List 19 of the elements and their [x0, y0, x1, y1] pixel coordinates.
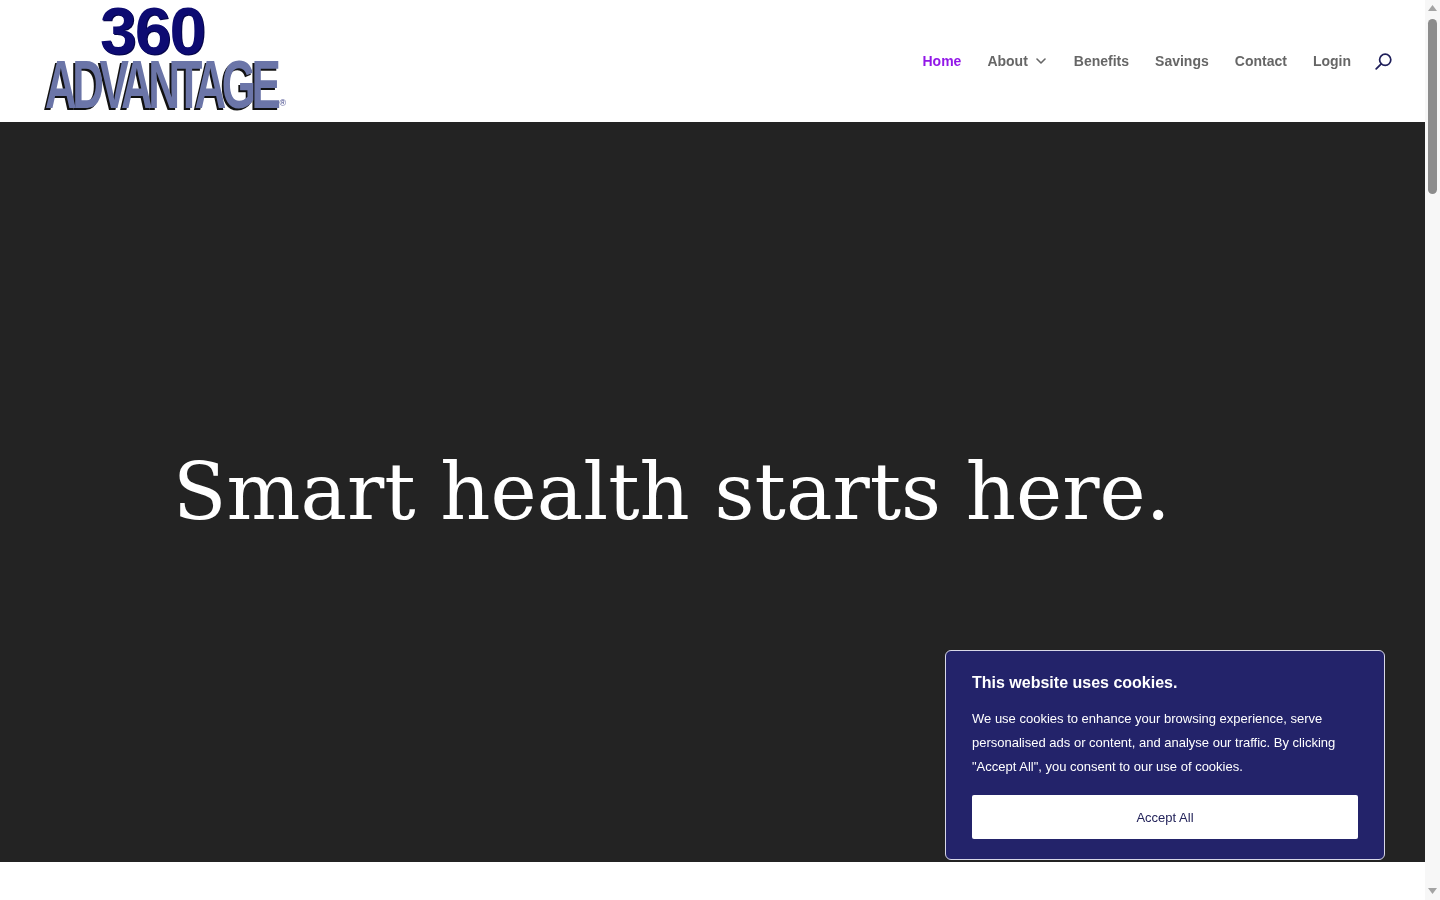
cookie-title: This website uses cookies. [972, 673, 1179, 693]
nav-link[interactable]: Contact [1234, 53, 1287, 69]
scrollbar-thumb[interactable] [1428, 19, 1437, 194]
logo-wordmark: ADVANTAGE [45, 59, 277, 109]
accept-all-button[interactable]: Accept All [972, 795, 1358, 839]
logo-number: 360 [100, 7, 205, 55]
nav-link[interactable]: Login [1312, 53, 1351, 69]
cookie-text: We use cookies to enhance your browsing experience, serve personalised ads or content, and analyse our traffic. By clicking "Accept All", you consent to our use of cookies. [972, 710, 1337, 776]
scroll-down-arrow-icon [1428, 888, 1437, 894]
nav-link[interactable]: Benefits [1073, 53, 1130, 69]
registered-mark: ® [279, 99, 287, 108]
hero-headline: Smart health starts here. [173, 447, 1171, 537]
scrollbar[interactable] [1425, 0, 1440, 900]
nav-link[interactable]: About [987, 53, 1048, 69]
scroll-up-arrow-icon [1428, 5, 1437, 11]
search-button[interactable] [1375, 52, 1392, 70]
nav-link[interactable]: Savings [1155, 53, 1209, 69]
search-icon [1375, 52, 1392, 70]
nav-link[interactable]: Home [922, 53, 962, 69]
